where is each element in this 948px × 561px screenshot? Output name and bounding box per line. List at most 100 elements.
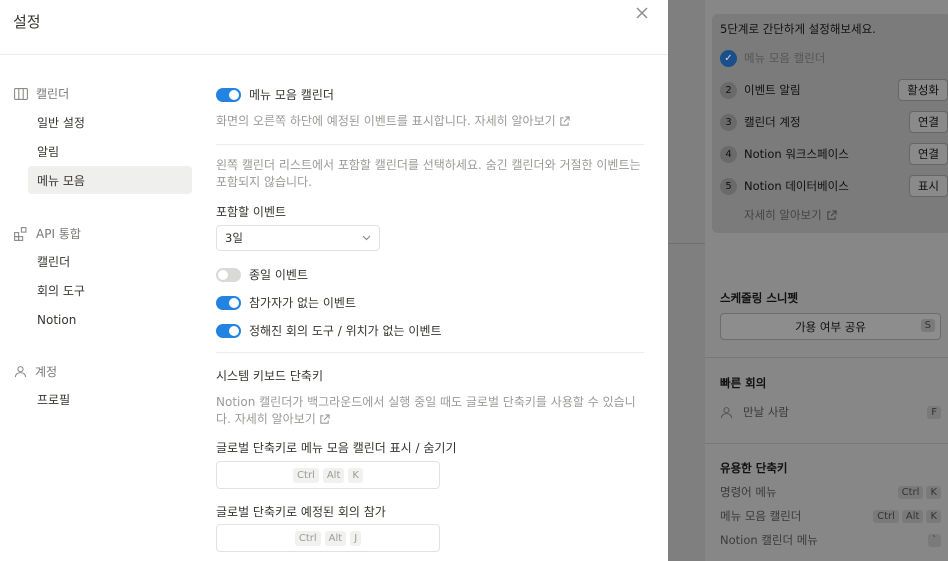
toggle-label: 종일 이벤트 — [249, 268, 309, 282]
section-divider — [216, 144, 644, 145]
external-link-icon — [320, 414, 330, 424]
learn-more-link[interactable]: 자세히 알아보기 — [475, 113, 570, 130]
no-participants-toggle-row[interactable]: 참가자가 없는 이벤트 — [216, 294, 356, 311]
onboarding-step-label: Notion 워크스페이스 — [744, 147, 849, 161]
shortcut-key: Alt — [324, 530, 347, 546]
close-icon — [636, 7, 648, 19]
shortcut1-field[interactable]: Ctrl Alt K — [216, 461, 440, 489]
sidebar-section-title: API 통합 — [36, 227, 81, 241]
shortcut-key: Ctrl — [897, 485, 924, 499]
all-day-toggle[interactable] — [216, 267, 241, 282]
shortcut2-field[interactable]: Ctrl Alt J — [216, 524, 440, 552]
header-divider — [0, 54, 668, 55]
include-events-label: 포함할 이벤트 — [216, 205, 287, 219]
calendars-description: 왼쪽 캘린더 리스트에서 포함할 캘린더를 선택하세요. 숨긴 캘린더와 거절한… — [216, 158, 641, 189]
check-icon: ✓ — [720, 49, 737, 67]
external-link-icon — [827, 209, 837, 220]
onboarding-step: 2 이벤트 알림 활성화 — [720, 78, 948, 102]
description-text: 화면의 오른쪽 하단에 예정된 이벤트를 표시합니다. — [216, 114, 471, 128]
sidebar-section-title: 캘린더 — [36, 87, 70, 101]
all-day-toggle-row[interactable]: 종일 이벤트 — [216, 266, 308, 283]
onboarding-learn-more-link[interactable]: 자세히 알아보기 — [744, 207, 837, 223]
calendar-columns-icon — [14, 87, 28, 100]
onboarding-step: 3 캘린더 계정 연결 — [720, 110, 948, 134]
sidebar-item-api-calendar[interactable]: 캘린더 — [28, 247, 192, 275]
connect-workspace-button[interactable]: 연결 — [908, 143, 948, 165]
shortcut2-label: 글로벌 단축키로 예정된 회의 참가 — [216, 505, 386, 519]
sidebar-item-general[interactable]: 일반 설정 — [28, 108, 192, 136]
step-number: 5 — [720, 177, 737, 195]
shortcut-key: S — [920, 319, 935, 332]
onboarding-step-label: 이벤트 알림 — [744, 83, 801, 97]
shortcut-key: J — [350, 530, 362, 546]
menubar-calendar-toggle-row[interactable]: 메뉴 모음 캘린더 — [216, 86, 334, 103]
shortcut-key: Alt — [322, 467, 345, 483]
learn-more-label: 자세히 알아보기 — [744, 208, 822, 222]
learn-more-label: 자세히 알아보기 — [474, 114, 556, 128]
shortcut-key: Ctrl — [293, 467, 319, 483]
system-shortcut-title: 시스템 키보드 단축키 — [216, 369, 323, 383]
show-database-button[interactable]: 표시 — [908, 175, 948, 197]
meet-person-label: 만날 사람 — [743, 405, 789, 419]
divider — [705, 357, 948, 358]
shortcut-row: Notion 캘린더 메뉴 ` — [720, 532, 941, 548]
section-divider — [216, 352, 644, 353]
shortcut-row: 메뉴 모음 캘린더 Ctrl Alt K — [720, 508, 941, 524]
shortcut-row: 명령어 메뉴 Ctrl K — [720, 484, 941, 500]
no-location-toggle[interactable] — [216, 323, 241, 338]
useful-shortcuts-title: 유용한 단축키 — [720, 461, 788, 475]
learn-more-link[interactable]: 자세히 알아보기 — [235, 411, 330, 428]
shortcut-label: 명령어 메뉴 — [720, 485, 777, 499]
toggle-label: 정해진 회의 도구 / 위치가 없는 이벤트 — [249, 324, 442, 338]
settings-modal: 설정 캘린더 일반 설정 알림 메뉴 모음 API 통합 캘린더 회의 도구 N… — [0, 0, 668, 561]
onboarding-step: 4 Notion 워크스페이스 연결 — [720, 142, 948, 166]
select-value: 3일 — [225, 231, 243, 245]
shortcut1-label: 글로벌 단축키로 메뉴 모음 캘린더 표시 / 숨기기 — [216, 441, 457, 455]
close-button[interactable] — [633, 4, 651, 22]
menubar-description: 화면의 오른쪽 하단에 예정된 이벤트를 표시합니다. 자세히 알아보기 — [216, 113, 644, 130]
sidebar-item-notifications[interactable]: 알림 — [28, 137, 192, 165]
shortcut-key: Alt — [901, 509, 924, 523]
onboarding-title: 5단계로 간단하게 설정해보세요. — [720, 22, 876, 36]
shortcut-label: Notion 캘린더 메뉴 — [720, 533, 818, 547]
activate-button[interactable]: 활성화 — [898, 79, 948, 101]
shortcut-key: Ctrl — [873, 509, 899, 523]
share-availability-label: 가용 여부 공유 — [795, 319, 866, 334]
modal-title: 설정 — [13, 13, 41, 31]
onboarding-step: 5 Notion 데이터베이스 표시 — [720, 174, 948, 198]
no-participants-toggle[interactable] — [216, 295, 241, 310]
chevron-down-icon — [362, 235, 371, 241]
step-number: 4 — [720, 145, 737, 163]
sidebar-item-notion[interactable]: Notion — [28, 306, 192, 334]
onboarding-step-label: Notion 데이터베이스 — [744, 179, 849, 193]
sidebar-item-profile[interactable]: 프로필 — [28, 385, 192, 413]
toggle-label: 참가자가 없는 이벤트 — [249, 296, 356, 310]
toggle-label: 메뉴 모음 캘린더 — [249, 88, 334, 102]
shortcut-key: ` — [928, 533, 941, 547]
no-location-toggle-row[interactable]: 정해진 회의 도구 / 위치가 없는 이벤트 — [216, 322, 442, 339]
system-shortcut-description: Notion 캘린더가 백그라운드에서 실행 중일 때도 글로벌 단축키를 사용… — [216, 394, 648, 428]
connect-calendar-button[interactable]: 연결 — [908, 111, 948, 133]
onboarding-step-label: 캘린더 계정 — [744, 115, 801, 129]
grid-line — [668, 243, 706, 244]
person-icon — [720, 406, 733, 418]
external-link-icon — [559, 116, 570, 126]
onboarding-step: ✓ 메뉴 모음 캘린더 — [720, 46, 948, 70]
onboarding-card: 5단계로 간단하게 설정해보세요. ✓ 메뉴 모음 캘린더 2 이벤트 알림 활… — [712, 14, 948, 233]
sidebar-section-calendar: 캘린더 — [14, 85, 69, 102]
onboarding-step-label: 메뉴 모음 캘린더 — [744, 51, 826, 65]
sidebar-item-meeting-tools[interactable]: 회의 도구 — [28, 276, 192, 304]
menubar-calendar-toggle[interactable] — [216, 87, 241, 102]
quick-meeting-title: 빠른 회의 — [720, 376, 767, 390]
sidebar-section-account: 계정 — [14, 363, 57, 380]
share-availability-button[interactable]: 가용 여부 공유 S — [720, 313, 941, 340]
shortcut-key: K — [926, 485, 941, 499]
sidebar-item-menubar[interactable]: 메뉴 모음 — [28, 166, 192, 194]
shortcut-key: F — [927, 405, 941, 419]
step-number: 2 — [720, 81, 737, 99]
divider — [705, 443, 948, 444]
step-number: 3 — [720, 113, 737, 131]
scheduling-snippet-title: 스케줄링 스니펫 — [720, 291, 799, 305]
meet-person-row[interactable]: 만날 사람 F — [720, 404, 941, 420]
include-events-select[interactable]: 3일 — [216, 225, 380, 251]
